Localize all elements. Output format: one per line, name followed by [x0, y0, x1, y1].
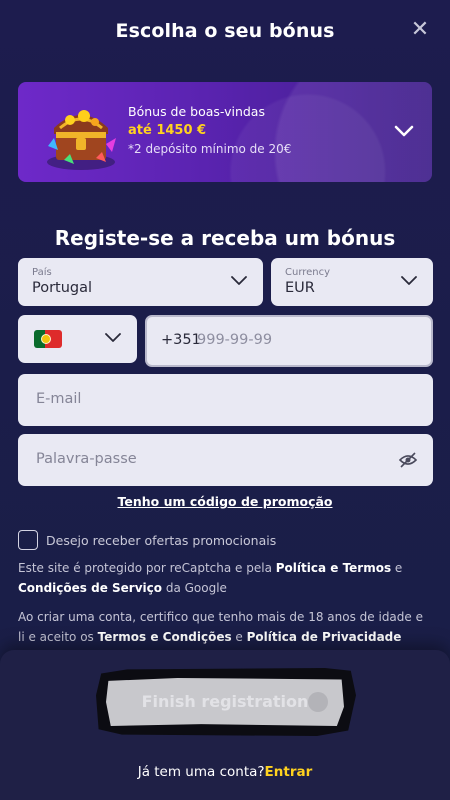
privacy-policy-link[interactable]: Política de Privacidade [247, 630, 402, 644]
bonus-info: Bónus de boas-vindas até 1450 € *2 depós… [128, 104, 368, 156]
login-link[interactable]: Entrar [265, 764, 313, 780]
consent-text-join: e [231, 630, 247, 644]
recaptcha-text: Este site é protegido por reCaptcha e pe… [18, 561, 276, 575]
password-field[interactable]: Palavra-passe [18, 434, 433, 486]
email-placeholder: E-mail [36, 391, 82, 407]
terms-link[interactable]: Termos e Condições [98, 630, 232, 644]
close-icon[interactable]: ✕ [410, 19, 430, 41]
promo-offers-label: Desejo receber ofertas promocionais [46, 533, 277, 548]
login-prompt: Já tem uma conta? [137, 764, 265, 780]
bonus-amount: até 1450 € [128, 123, 207, 138]
email-field[interactable]: E-mail [18, 374, 433, 426]
welcome-bonus-card[interactable]: Bónus de boas-vindas até 1450 € *2 depós… [18, 82, 432, 182]
bottom-action-bar: Finish registration Já tem uma conta?Ent… [0, 650, 450, 800]
country-select[interactable]: País Portugal [18, 258, 263, 306]
currency-label: Currency [285, 267, 331, 278]
page-title: Escolha o seu bónus [115, 20, 335, 42]
age-consent-notice: Ao criar uma conta, certifico que tenho … [18, 607, 428, 647]
currency-select[interactable]: Currency EUR [271, 258, 433, 306]
bonus-label: Bónus de boas-vindas [128, 104, 265, 119]
phone-country-select[interactable] [18, 315, 137, 363]
registration-screen: Escolha o seu bónus ✕ Bónus de boas-vind… [0, 0, 450, 800]
promo-code-link[interactable]: Tenho um código de promoção [0, 494, 450, 509]
form-title: Registe-se a receba um bónus [54, 226, 396, 250]
treasure-chest-icon [47, 110, 116, 170]
chevron-down-icon [231, 276, 247, 285]
portugal-flag-icon [34, 330, 62, 348]
phone-input[interactable]: +351 999-99-99 [145, 315, 433, 367]
finish-registration-button[interactable]: Finish registration [106, 678, 344, 726]
chevron-down-icon [401, 276, 417, 285]
chevron-down-icon[interactable] [394, 124, 414, 138]
country-value: Portugal [32, 280, 93, 296]
phone-prefix: +351 [161, 332, 201, 348]
promo-offers-checkbox[interactable] [18, 530, 38, 550]
recaptcha-text-end: da Google [162, 581, 227, 595]
recaptcha-notice: Este site é protegido por reCaptcha e pe… [18, 558, 428, 598]
password-placeholder: Palavra-passe [36, 451, 137, 467]
currency-value: EUR [285, 280, 315, 296]
eye-off-icon[interactable] [399, 452, 417, 468]
chevron-down-icon [105, 333, 121, 342]
login-prompt-row: Já tem uma conta?Entrar [0, 764, 450, 780]
header: Escolha o seu bónus ✕ [0, 0, 450, 64]
country-label: País [32, 267, 52, 278]
phone-placeholder: 999-99-99 [197, 332, 273, 348]
button-highlight-icon [308, 692, 328, 712]
bonus-note: *2 depósito mínimo de 20€ [128, 142, 292, 156]
google-policy-terms-link[interactable]: Política e Termos [276, 561, 391, 575]
google-service-terms-link[interactable]: Condições de Serviço [18, 581, 162, 595]
recaptcha-text-join: e [391, 561, 403, 575]
